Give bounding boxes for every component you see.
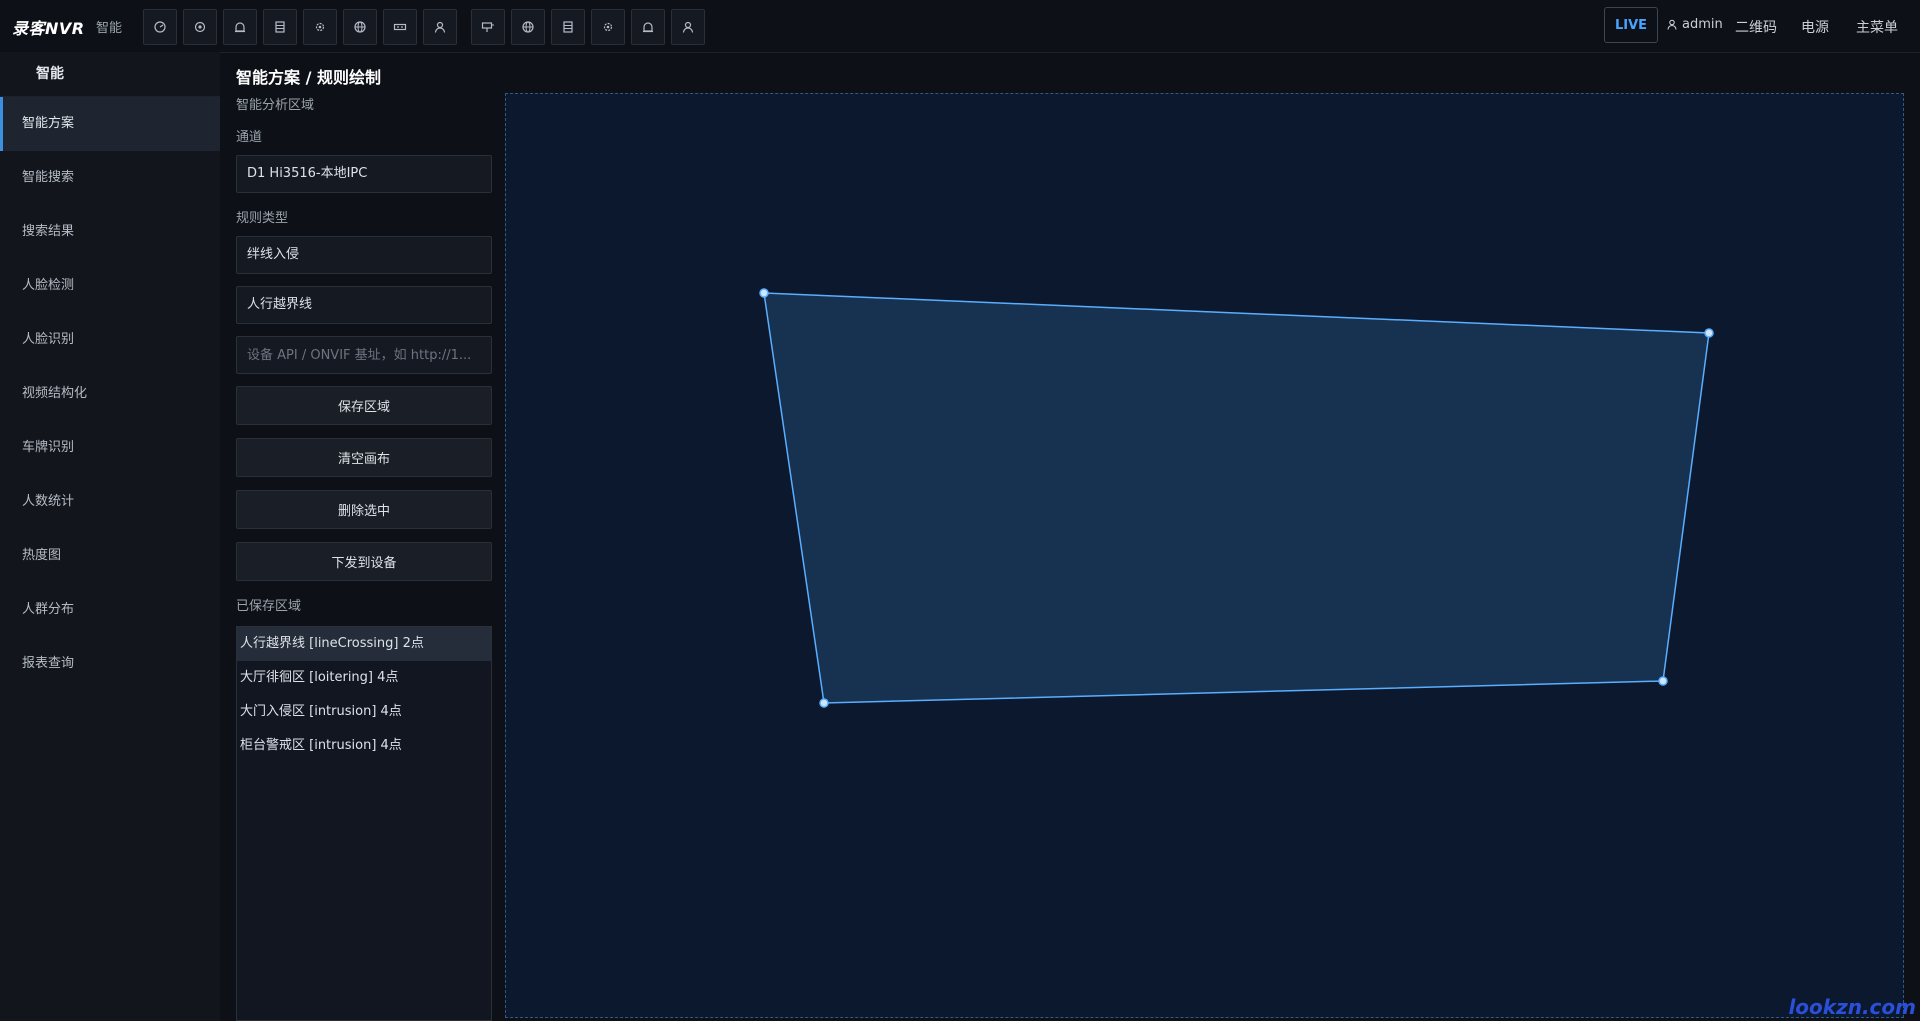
- list-item[interactable]: 大厅徘徊区 [loitering] 4点: [237, 661, 491, 695]
- sidebar: 智能 智能方案 智能搜索 搜索结果 人脸检测 人脸识别 视频结构化 车牌识别 人…: [0, 52, 220, 1021]
- person-icon[interactable]: [671, 9, 705, 45]
- device-icon[interactable]: [383, 9, 417, 45]
- page-subtitle: 智能分析区域: [236, 98, 315, 113]
- username: admin: [1682, 17, 1723, 32]
- rule-name-input[interactable]: 人行越界线: [236, 286, 492, 324]
- polygon-vertex-handle[interactable]: [759, 288, 769, 298]
- settings-icon[interactable]: [303, 9, 337, 45]
- channel-label: 通道: [236, 130, 263, 145]
- live-button[interactable]: LIVE: [1604, 7, 1658, 43]
- sidebar-item-video-structuring[interactable]: 视频结构化: [0, 367, 220, 421]
- sidebar-item-people-counting[interactable]: 人数统计: [0, 475, 220, 529]
- save-region-button[interactable]: 保存区域: [236, 386, 492, 425]
- clear-canvas-button[interactable]: 清空画布: [236, 438, 492, 477]
- list-item[interactable]: 大门入侵区 [intrusion] 4点: [237, 695, 491, 729]
- list-item[interactable]: 人行越界线 [lineCrossing] 2点: [237, 627, 491, 661]
- sidebar-item-smart-plan[interactable]: 智能方案: [0, 97, 220, 151]
- sidebar-item-plate-recognition[interactable]: 车牌识别: [0, 421, 220, 475]
- page-title: 智能方案 / 规则绘制: [236, 68, 381, 87]
- sidebar-item-crowd-distribution[interactable]: 人群分布: [0, 583, 220, 637]
- user-menu[interactable]: admin: [1667, 17, 1723, 32]
- globe-icon[interactable]: [511, 9, 545, 45]
- rule-type-label: 规则类型: [236, 211, 289, 226]
- storage-icon[interactable]: [263, 9, 297, 45]
- qrcode-link[interactable]: 二维码: [1735, 17, 1777, 37]
- saved-regions-label: 已保存区域: [236, 599, 302, 614]
- top-bar: 录客NVR 智能 LIVE admin 二维码 电源 主菜单: [0, 0, 1920, 53]
- push-to-device-button[interactable]: 下发到设备: [236, 542, 492, 581]
- user-avatar-icon: [1667, 19, 1677, 30]
- list-item[interactable]: 柜台警戒区 [intrusion] 4点: [237, 729, 491, 763]
- user-icon[interactable]: [423, 9, 457, 45]
- sidebar-item-reports[interactable]: 报表查询: [0, 637, 220, 691]
- polygon-vertex-handle[interactable]: [819, 698, 829, 708]
- sidebar-item-smart-search[interactable]: 智能搜索: [0, 151, 220, 205]
- network-icon[interactable]: [343, 9, 377, 45]
- power-link[interactable]: 电源: [1801, 17, 1829, 37]
- gear-icon[interactable]: [591, 9, 625, 45]
- sidebar-title: 智能: [0, 52, 220, 97]
- drawing-canvas[interactable]: [505, 93, 1904, 1018]
- dashboard-icon[interactable]: [143, 9, 177, 45]
- monitor-icon[interactable]: [471, 9, 505, 45]
- sidebar-item-heatmap[interactable]: 热度图: [0, 529, 220, 583]
- rule-type-select[interactable]: 绊线入侵: [236, 236, 492, 274]
- sidebar-item-search-results[interactable]: 搜索结果: [0, 205, 220, 259]
- saved-regions-list: 人行越界线 [lineCrossing] 2点 大厅徘徊区 [loitering…: [236, 626, 492, 1021]
- sidebar-item-face-detection[interactable]: 人脸检测: [0, 259, 220, 313]
- sidebar-item-face-recognition[interactable]: 人脸识别: [0, 313, 220, 367]
- region-polygon[interactable]: [763, 292, 1710, 704]
- polygon-vertex-handle[interactable]: [1704, 328, 1714, 338]
- bell-icon[interactable]: [631, 9, 665, 45]
- alarm-icon[interactable]: [223, 9, 257, 45]
- main-menu-link[interactable]: 主菜单: [1856, 17, 1898, 37]
- device-api-input[interactable]: [236, 336, 492, 374]
- target-icon[interactable]: [183, 9, 217, 45]
- watermark: lookzn.com: [1788, 995, 1916, 1019]
- region-overlay: [759, 288, 1714, 708]
- polygon-vertex-handle[interactable]: [1658, 676, 1668, 686]
- channel-select[interactable]: D1 Hi3516-本地IPC: [236, 155, 492, 193]
- current-section: 智能: [96, 21, 123, 36]
- disk-icon[interactable]: [551, 9, 585, 45]
- delete-selected-button[interactable]: 删除选中: [236, 490, 492, 529]
- app-logo: 录客NVR: [12, 19, 85, 38]
